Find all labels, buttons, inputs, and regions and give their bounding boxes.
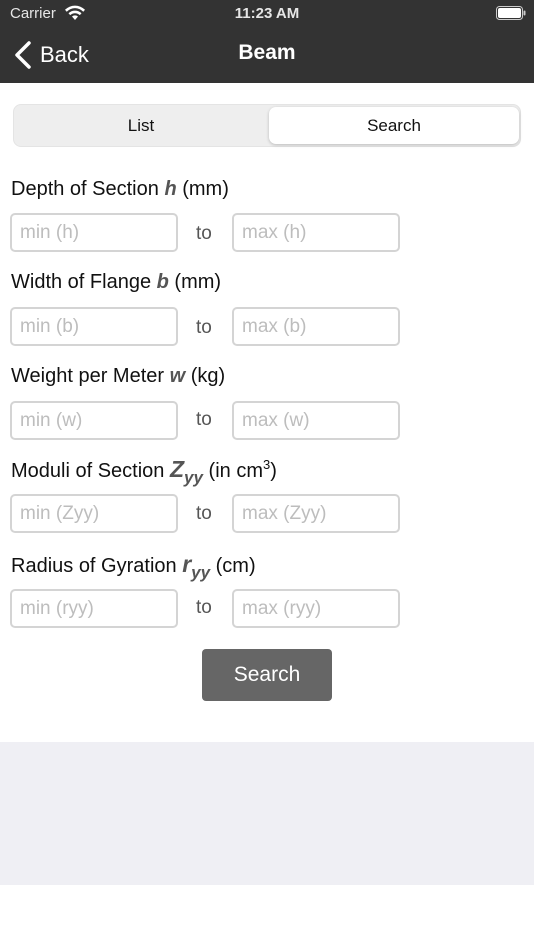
weight-min-input[interactable]: min (w) [10,401,178,440]
moduli-unit-close: ) [270,460,277,482]
depth-label-text: Depth of Section [11,178,159,200]
to-label: to [196,317,212,338]
moduli-label-text: Moduli of Section [11,460,165,482]
bottom-panel [0,742,534,885]
width-max-input[interactable]: max (b) [232,307,400,346]
weight-unit: (kg) [190,365,226,387]
moduli-symbol: Z [169,456,185,482]
radius-label-text: Radius of Gyration [11,555,177,577]
moduli-label: Moduli of Section Zyy (in cm3) [11,456,277,487]
radius-label: Radius of Gyration ryy (cm) [11,551,256,582]
weight-symbol: w [169,365,186,387]
depth-max-input[interactable]: max (h) [232,213,400,252]
width-unit: (mm) [174,271,222,293]
segment-list[interactable]: List [16,107,266,144]
depth-min-input[interactable]: min (h) [10,213,178,252]
to-label: to [196,223,212,244]
depth-label: Depth of Section h (mm) [11,178,229,201]
weight-label-text: Weight per Meter [11,365,165,387]
radius-symbol: r [182,551,192,577]
width-label: Width of Flange b (mm) [11,271,221,294]
radius-max-input[interactable]: max (ryy) [232,589,400,628]
to-label: to [196,409,212,430]
top-bar: Carrier 11:23 AM Back Beam [0,0,534,83]
depth-unit: (mm) [182,178,229,200]
segmented-control: List Search [13,104,521,147]
width-label-text: Width of Flange [11,271,152,293]
moduli-unit: (in cm [208,460,263,482]
moduli-superscript: 3 [262,457,271,472]
moduli-subscript: yy [184,468,203,487]
page-title: Beam [238,41,296,64]
status-time: 11:23 AM [234,5,300,22]
status-bar: Carrier 11:23 AM [0,0,534,28]
search-button[interactable]: Search [202,649,332,701]
moduli-min-input[interactable]: min (Zyy) [10,494,178,533]
weight-label: Weight per Meter w (kg) [11,365,225,388]
navigation-bar: Back Beam [0,28,534,83]
radius-unit: (cm) [215,555,256,577]
width-min-input[interactable]: min (b) [10,307,178,346]
width-symbol: b [156,271,169,293]
to-label: to [196,597,212,618]
depth-symbol: h [164,178,177,200]
radius-min-input[interactable]: min (ryy) [10,589,178,628]
moduli-max-input[interactable]: max (Zyy) [232,494,400,533]
radius-subscript: yy [191,563,211,582]
weight-max-input[interactable]: max (w) [232,401,400,440]
segment-search[interactable]: Search [269,107,519,144]
to-label: to [196,503,212,524]
battery-icon [496,6,526,20]
